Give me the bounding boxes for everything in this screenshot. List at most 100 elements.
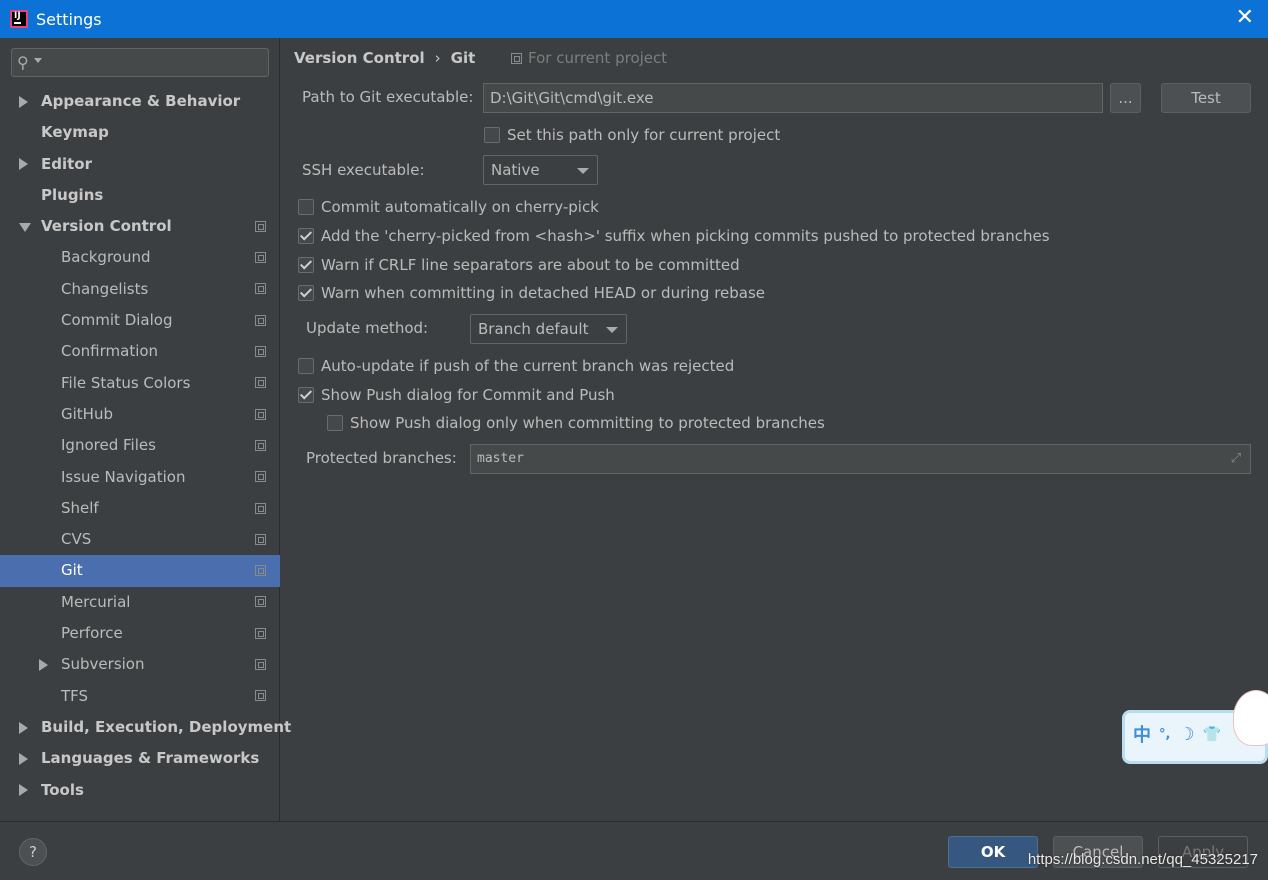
collapsed-arrow-icon[interactable] <box>19 158 28 171</box>
sidebar-item-label: Ignored Files <box>61 436 156 455</box>
test-button[interactable]: Test <box>1161 83 1251 113</box>
sidebar-item-changelists[interactable]: Changelists <box>0 274 280 305</box>
chevron-down-icon <box>606 327 618 333</box>
sidebar-item-ignored-files[interactable]: Ignored Files <box>0 430 280 461</box>
sidebar-item-label: Tools <box>41 780 84 799</box>
sidebar-item-label: Keymap <box>41 123 109 142</box>
checkbox-box[interactable] <box>327 415 343 431</box>
sidebar-item-keymap[interactable]: Keymap <box>0 117 280 148</box>
help-button[interactable]: ? <box>19 838 47 866</box>
sidebar-item-label: Subversion <box>61 655 145 674</box>
sidebar-item-subversion[interactable]: Subversion <box>0 649 280 680</box>
sidebar-item-cvs[interactable]: CVS <box>0 524 280 555</box>
sidebar-item-background[interactable]: Background <box>0 242 280 273</box>
ime-chinese-mode-icon[interactable]: 中 <box>1133 721 1151 747</box>
sidebar-item-languages-frameworks[interactable]: Languages & Frameworks <box>0 743 280 774</box>
sidebar-item-label: Git <box>61 561 83 580</box>
checkbox-label: Set this path only for current project <box>507 126 781 144</box>
sidebar-item-tools[interactable]: Tools <box>0 775 280 806</box>
checkbox-label: Commit automatically on cherry-pick <box>321 198 599 216</box>
window-title: Settings <box>36 9 102 29</box>
protected-branches-input[interactable]: master ⤢ <box>470 444 1251 474</box>
ssh-executable-select[interactable]: Native <box>483 155 598 185</box>
sidebar-item-label: Perforce <box>61 624 123 643</box>
sidebar-item-build-execution-deployment[interactable]: Build, Execution, Deployment <box>0 712 291 743</box>
sidebar-item-perforce[interactable]: Perforce <box>0 618 280 649</box>
sidebar-item-confirmation[interactable]: Confirmation <box>0 336 280 367</box>
protected-branches-value: master <box>477 451 524 466</box>
collapsed-arrow-icon[interactable] <box>19 95 28 108</box>
sidebar-item-label: Plugins <box>41 185 104 204</box>
sidebar-item-git[interactable]: Git <box>0 555 280 587</box>
collapsed-arrow-icon[interactable] <box>39 658 48 671</box>
checkbox-box[interactable] <box>298 199 314 215</box>
project-scope-icon <box>255 408 266 420</box>
project-scope-icon <box>511 53 522 64</box>
ime-skin-icon[interactable]: 👕 <box>1203 725 1222 743</box>
sidebar-item-version-control[interactable]: Version Control <box>0 211 280 242</box>
sidebar-item-label: GitHub <box>61 404 113 423</box>
expand-icon[interactable]: ⤢ <box>1228 451 1244 467</box>
sidebar-item-label: Confirmation <box>61 342 159 361</box>
project-scope-icon <box>255 314 266 326</box>
sidebar-item-commit-dialog[interactable]: Commit Dialog <box>0 305 280 336</box>
ok-button[interactable]: OK <box>948 836 1038 868</box>
sidebar-item-label: Commit Dialog <box>61 311 173 330</box>
checkbox-box[interactable] <box>298 387 314 403</box>
expanded-arrow-icon[interactable] <box>19 222 31 232</box>
search-icon: ⚲ <box>17 53 29 72</box>
ssh-select-value: Native <box>491 161 540 179</box>
browse-button[interactable]: ... <box>1110 83 1141 113</box>
checkbox-label: Auto-update if push of the current branc… <box>321 357 735 375</box>
project-scope-icon <box>255 502 266 514</box>
intellij-app-icon <box>10 10 28 28</box>
checkbox-box[interactable] <box>298 285 314 301</box>
ime-mascot-icon <box>1233 690 1268 746</box>
collapsed-arrow-icon[interactable] <box>19 752 28 765</box>
checkbox-box[interactable] <box>298 228 314 244</box>
sidebar-item-tfs[interactable]: TFS <box>0 681 280 712</box>
git-path-input[interactable]: D:\Git\Git\cmd\git.exe <box>483 83 1103 113</box>
project-scope-icon <box>255 439 266 451</box>
update-method-value: Branch default <box>478 320 589 338</box>
close-icon[interactable]: ✕ <box>1236 7 1254 29</box>
sidebar-item-label: CVS <box>61 530 92 549</box>
project-scope-icon <box>255 533 266 545</box>
project-scope-icon <box>255 658 266 670</box>
sidebar-item-editor[interactable]: Editor <box>0 149 280 180</box>
project-scope-icon <box>255 471 266 483</box>
sidebar-item-github[interactable]: GitHub <box>0 399 280 430</box>
sidebar-item-label: Background <box>61 248 151 267</box>
sidebar-item-label: Changelists <box>61 279 149 298</box>
sidebar-item-mercurial[interactable]: Mercurial <box>0 587 280 618</box>
collapsed-arrow-icon[interactable] <box>19 784 28 797</box>
ime-moon-icon[interactable]: ☽ <box>1178 724 1194 745</box>
sidebar-item-plugins[interactable]: Plugins <box>0 180 280 211</box>
checkbox-box[interactable] <box>298 257 314 273</box>
project-scope-icon <box>255 690 266 702</box>
scope-indicator: For current project <box>511 49 667 67</box>
watermark-text: https://blog.csdn.net/qq_45325217 <box>1027 851 1258 868</box>
protected-branches-label: Protected branches: <box>306 449 457 467</box>
scope-label: For current project <box>528 49 668 67</box>
ime-punctuation-icon[interactable]: °, <box>1159 727 1170 742</box>
ssh-label: SSH executable: <box>302 161 425 179</box>
breadcrumb-current: Git <box>450 49 476 67</box>
sidebar-item-file-status-colors[interactable]: File Status Colors <box>0 368 280 399</box>
collapsed-arrow-icon[interactable] <box>19 721 28 734</box>
git-path-label: Path to Git executable: <box>302 88 474 106</box>
checkbox-label: Warn when committing in detached HEAD or… <box>321 284 766 302</box>
checkbox-box[interactable] <box>484 127 500 143</box>
checkbox-box[interactable] <box>298 358 314 374</box>
sidebar-item-label: Appearance & Behavior <box>41 92 241 110</box>
update-method-select[interactable]: Branch default <box>470 314 627 344</box>
git-settings-panel: Version Control › Git For current project … <box>281 38 1268 821</box>
project-scope-icon <box>255 596 266 608</box>
search-input[interactable]: ⚲ <box>11 48 269 77</box>
sidebar-item-issue-navigation[interactable]: Issue Navigation <box>0 462 280 493</box>
sidebar-item-shelf[interactable]: Shelf <box>0 493 280 524</box>
breadcrumb-parent[interactable]: Version Control <box>294 49 425 67</box>
sidebar-item-label: Mercurial <box>61 592 131 611</box>
title-bar: Settings ✕ <box>0 0 1268 38</box>
sidebar-item-appearance-behavior[interactable]: Appearance & Behavior <box>0 86 280 117</box>
